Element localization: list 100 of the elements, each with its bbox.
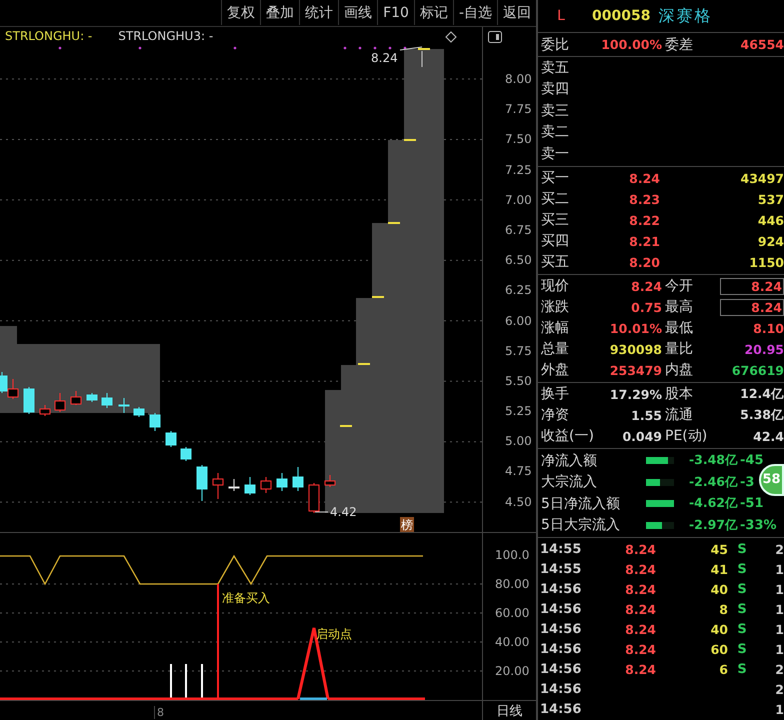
field-value: 253479 — [608, 362, 662, 378]
ask-level-label: 卖四 — [540, 80, 570, 100]
price-axis-label: 5.25 — [504, 403, 533, 420]
trade-time: 14:56 — [539, 662, 582, 678]
price-axis-label: 6.25 — [504, 282, 533, 300]
field-value: 676619 — [730, 362, 784, 378]
flow-value: -3.48亿 — [688, 452, 738, 470]
trade-side: S — [736, 622, 748, 638]
field-value: 10.01% — [608, 320, 662, 336]
signal-dot — [358, 46, 362, 50]
field-value: 12.4亿 — [739, 386, 784, 403]
field-label: 现价 — [540, 277, 570, 296]
trade-volume: 41 — [710, 562, 728, 578]
candle — [150, 412, 160, 432]
field-label: 净资 — [540, 406, 570, 424]
flow-label: 5日大宗流入 — [540, 516, 621, 534]
indicator-axis-label: 20.00 — [494, 663, 530, 680]
field-value: 8.24 — [720, 278, 784, 295]
trade-count: 1 — [774, 602, 784, 618]
signal-dot — [404, 46, 406, 50]
indicator-axis-label: 60.00 — [494, 605, 530, 622]
field-value: 8.10 — [752, 320, 784, 336]
trade-side: S — [736, 562, 748, 578]
trade-count: 1 — [774, 702, 784, 718]
signal-dot — [374, 46, 376, 50]
leader-line — [400, 46, 422, 50]
signal-label: 准备买入 — [222, 590, 270, 607]
candle — [70, 390, 82, 406]
price-axis-label: 8.00 — [504, 71, 533, 88]
price-axis-label: 7.00 — [504, 192, 533, 209]
ask-level-label: 卖三 — [540, 102, 570, 121]
stock-code: 000058 — [592, 8, 650, 24]
signal-segment — [300, 698, 327, 700]
field-label: 最高 — [664, 298, 694, 316]
level-marker — [340, 425, 352, 427]
trade-time: 14:56 — [539, 622, 582, 638]
price-axis-label: 4.50 — [504, 494, 533, 511]
trade-price: 8.24 — [624, 622, 656, 638]
trade-price: 8.24 — [624, 642, 656, 658]
flow-percent: -33% — [739, 518, 777, 533]
level-marker — [388, 222, 400, 224]
field-label: 总量 — [540, 340, 570, 358]
flow-label: 净流入额 — [540, 452, 598, 470]
level-marker — [418, 48, 430, 50]
bid-price: 8.22 — [628, 212, 660, 228]
time-axis-label: 8 — [154, 706, 164, 719]
field-label: 委比 — [540, 36, 570, 54]
candle — [244, 476, 256, 496]
flow-value: -2.97亿 — [688, 516, 738, 534]
trade-side: S — [736, 642, 748, 658]
panel-toggle-icon[interactable] — [488, 31, 502, 43]
candle — [166, 430, 176, 448]
indicator-legend: STRLONGHU3: - — [118, 29, 214, 43]
trade-price: 8.24 — [624, 542, 656, 558]
rank-badge: 榜 — [400, 517, 414, 532]
trade-volume: 60 — [710, 642, 728, 658]
candle — [276, 472, 288, 492]
candle — [24, 386, 34, 414]
trade-count: 1 — [774, 622, 784, 638]
price-axis-label: 5.75 — [504, 342, 533, 360]
trade-count: 1 — [774, 642, 784, 658]
candle — [102, 392, 112, 408]
field-label: 股本 — [664, 385, 694, 404]
price-axis-label: 6.00 — [504, 312, 533, 330]
trade-time: 14:56 — [539, 602, 582, 618]
trade-count: 1 — [774, 582, 784, 598]
trade-volume: 6 — [718, 662, 728, 678]
indicator-axis-label: 80.00 — [494, 576, 530, 593]
flow-percent: -3 — [739, 474, 754, 490]
price-axis-label: 6.75 — [504, 222, 533, 239]
candle — [260, 476, 272, 494]
bid-price: 8.23 — [628, 192, 660, 207]
diamond-icon[interactable] — [445, 31, 457, 43]
trade-time: 14:55 — [539, 562, 582, 578]
flow-value: -4.62亿 — [688, 495, 738, 512]
level-marker — [358, 363, 370, 365]
bid-price: 8.24 — [628, 170, 660, 186]
trade-time: 14:56 — [539, 642, 582, 658]
field-value: 17.29% — [608, 386, 662, 402]
field-value: 8.24 — [720, 298, 784, 316]
bid-volume: 924 — [756, 234, 784, 249]
field-label: 内盘 — [664, 361, 694, 380]
bid-volume: 43497 — [740, 170, 784, 186]
low-price-label: 4.42 — [330, 505, 357, 519]
field-label: 今开 — [664, 277, 694, 296]
trade-count: 2 — [774, 682, 784, 698]
field-value: 46554 — [740, 37, 784, 52]
trade-volume: 45 — [710, 542, 728, 558]
price-axis-label: 7.75 — [504, 101, 533, 118]
trade-price: 8.24 — [624, 662, 656, 678]
field-value: 100.00% — [600, 37, 662, 52]
candle — [54, 392, 66, 412]
bid-level-label: 买五 — [540, 253, 570, 272]
candle — [228, 478, 240, 492]
field-label: 收益(一) — [540, 427, 595, 446]
bid-level-label: 买四 — [540, 232, 570, 250]
trade-time: 14:56 — [539, 682, 582, 698]
price-axis-label: 5.00 — [504, 433, 533, 450]
field-value: 0.75 — [630, 300, 662, 315]
field-value: 42.4 — [752, 428, 784, 444]
